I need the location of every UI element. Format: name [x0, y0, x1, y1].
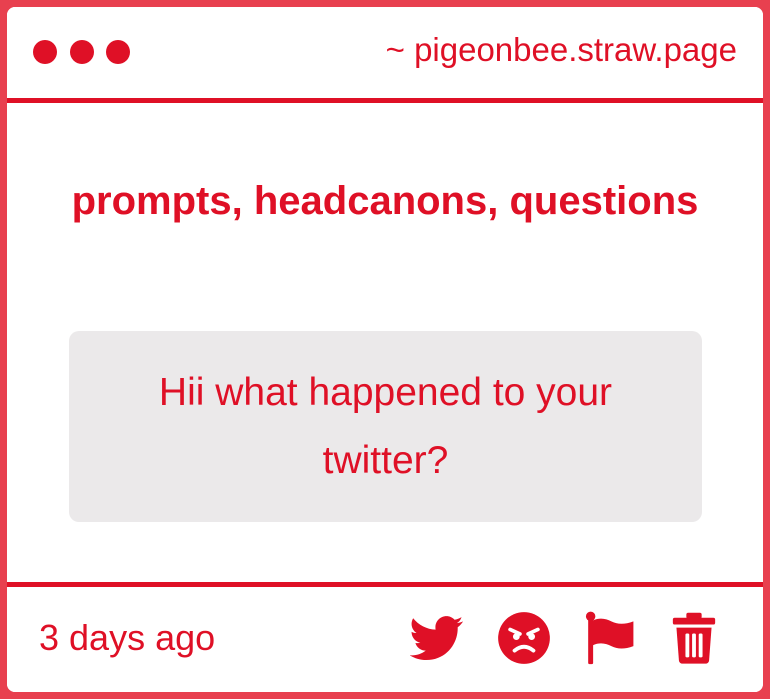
- flag-icon[interactable]: [583, 611, 637, 665]
- window-dot-3: [106, 40, 130, 64]
- angry-face-icon[interactable]: [497, 611, 551, 665]
- window-dot-1: [33, 40, 57, 64]
- timestamp: 3 days ago: [39, 617, 216, 658]
- window-frame: ~ pigeonbee.straw.page prompts, headcano…: [0, 0, 770, 699]
- twitter-icon[interactable]: [410, 611, 464, 665]
- footer-bar: 3 days ago: [7, 587, 763, 692]
- window-dot-2: [70, 40, 94, 64]
- question-box: Hii what happened to your twitter?: [69, 331, 702, 522]
- page-title: prompts, headcanons, questions: [71, 179, 699, 223]
- main-content: prompts, headcanons, questions Hii what …: [7, 103, 763, 582]
- title-bar: ~ pigeonbee.straw.page: [7, 7, 763, 98]
- trash-icon[interactable]: [667, 611, 721, 665]
- question-text: Hii what happened to your twitter?: [158, 371, 613, 482]
- message-card: ~ pigeonbee.straw.page prompts, headcano…: [7, 7, 763, 692]
- page-url[interactable]: ~ pigeonbee.straw.page: [386, 31, 737, 69]
